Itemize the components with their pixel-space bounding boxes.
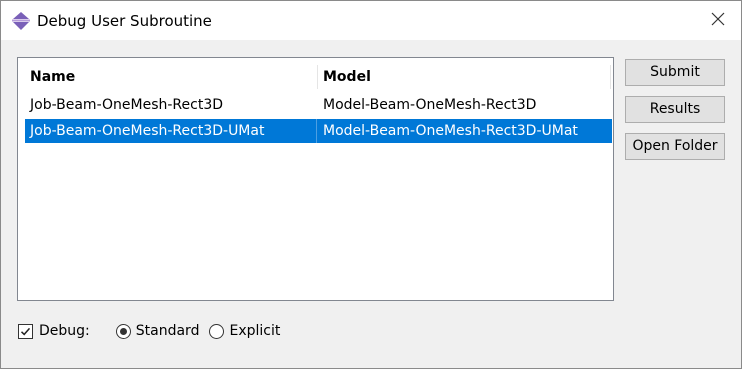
dialog-window: Debug User Subroutine Name Model Job-Bea… — [0, 0, 742, 369]
close-icon — [711, 12, 725, 30]
debug-options: Debug: Standard Explicit — [18, 320, 280, 342]
standard-label[interactable]: Standard — [136, 323, 200, 339]
column-header-name[interactable]: Name — [30, 68, 75, 86]
list-row-job-beam-onemesh-rect3d-umat[interactable]: Job-Beam-OneMesh-Rect3D-UMat Model-Beam-… — [25, 119, 612, 143]
submit-button[interactable]: Submit — [625, 59, 725, 86]
column-header-model[interactable]: Model — [323, 68, 371, 86]
results-button[interactable]: Results — [625, 96, 725, 123]
column-divider[interactable] — [317, 65, 318, 89]
app-icon — [11, 11, 31, 31]
close-button[interactable] — [695, 1, 741, 40]
row-model-cell: Model-Beam-OneMesh-Rect3D-UMat — [323, 123, 578, 139]
selection-column-separator — [316, 119, 317, 143]
row-name-cell: Job-Beam-OneMesh-Rect3D-UMat — [30, 123, 265, 139]
row-name-cell: Job-Beam-OneMesh-Rect3D — [30, 97, 224, 113]
list-header: Name Model — [18, 58, 613, 94]
debug-checkbox[interactable] — [18, 323, 33, 339]
debug-label: Debug: — [39, 323, 90, 339]
column-divider-end[interactable] — [610, 65, 611, 89]
open-folder-button[interactable]: Open Folder — [625, 133, 725, 160]
list-row-job-beam-onemesh-rect3d[interactable]: Job-Beam-OneMesh-Rect3D Model-Beam-OneMe… — [25, 93, 612, 117]
standard-radio[interactable] — [115, 323, 131, 339]
checkmark-icon — [20, 327, 31, 335]
explicit-radio[interactable] — [209, 323, 225, 339]
row-model-cell: Model-Beam-OneMesh-Rect3D — [323, 97, 537, 113]
window-title: Debug User Subroutine — [37, 12, 212, 30]
explicit-label[interactable]: Explicit — [229, 323, 280, 339]
job-list[interactable]: Name Model Job-Beam-OneMesh-Rect3D Model… — [17, 57, 614, 301]
title-bar[interactable]: Debug User Subroutine — [1, 1, 741, 40]
